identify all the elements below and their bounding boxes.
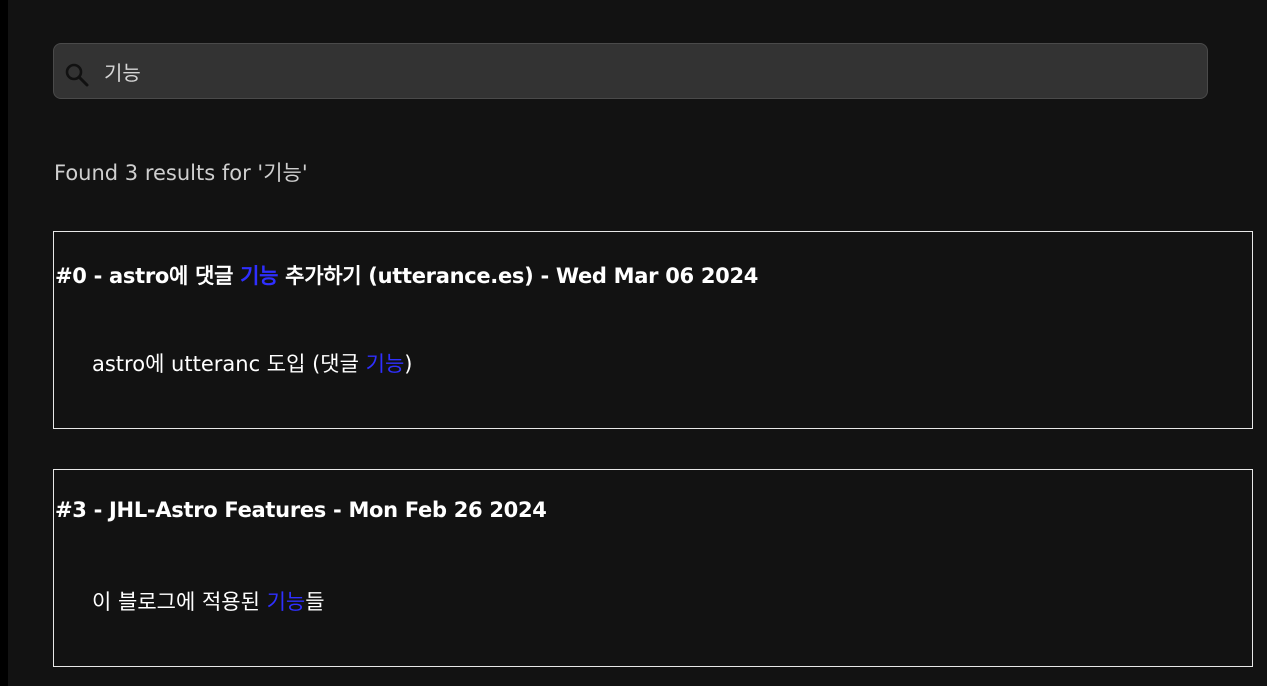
search-bar[interactable] <box>53 43 1208 99</box>
title-text: #3 - JHL-Astro Features - Mon Feb 26 202… <box>55 498 547 522</box>
result-title[interactable]: #0 - astro에 댓글 기능 추가하기 (utterance.es) - … <box>55 260 758 290</box>
excerpt-text: ) <box>404 352 413 376</box>
excerpt-highlight: 기능 <box>365 352 405 376</box>
excerpt-text: 이 블로그에 적용된 <box>92 590 267 614</box>
title-text: #0 - astro에 댓글 <box>55 264 241 288</box>
excerpt-highlight: 기능 <box>266 590 306 614</box>
search-icon <box>64 62 90 88</box>
result-title[interactable]: #3 - JHL-Astro Features - Mon Feb 26 202… <box>55 498 547 522</box>
title-text: 추가하기 (utterance.es) - Wed Mar 06 2024 <box>278 264 759 288</box>
result-excerpt: 이 블로그에 적용된 기능들 <box>92 586 325 616</box>
results-summary: Found 3 results for '기능' <box>54 161 308 185</box>
result-excerpt: astro에 utteranc 도입 (댓글 기능) <box>92 348 412 378</box>
search-input[interactable] <box>104 44 1194 98</box>
search-result-card[interactable]: #0 - astro에 댓글 기능 추가하기 (utterance.es) - … <box>53 231 1253 429</box>
title-highlight: 기능 <box>240 264 279 288</box>
search-result-card[interactable]: #3 - JHL-Astro Features - Mon Feb 26 202… <box>53 469 1253 667</box>
left-edge-strip <box>0 0 8 686</box>
excerpt-text: 들 <box>305 590 325 614</box>
excerpt-text: astro에 utteranc 도입 (댓글 <box>92 352 366 376</box>
